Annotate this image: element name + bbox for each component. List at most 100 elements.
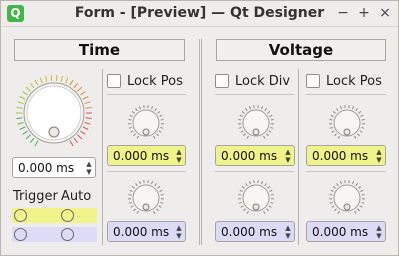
knob-tick <box>153 135 156 139</box>
knob-tick <box>354 210 357 214</box>
spin-up-icon[interactable]: ▲ <box>285 224 290 232</box>
voltage-lock-pos-checkbox[interactable]: Lock Pos <box>306 72 382 90</box>
knob-tick <box>332 186 336 189</box>
voltage-left-knob-2[interactable] <box>237 179 275 217</box>
spin-arrows[interactable]: ▲ ▼ <box>173 146 185 165</box>
spin-down-icon[interactable]: ▼ <box>86 168 91 176</box>
time-spinbox-1[interactable]: 0.000 ms ▲ ▼ <box>107 145 186 166</box>
knob-tick <box>245 108 248 112</box>
knob-tick <box>263 135 266 139</box>
knob-tick <box>238 193 242 196</box>
knob-tick <box>339 181 342 185</box>
knob-tick <box>240 130 244 133</box>
knob-tick <box>360 114 364 117</box>
knob-tick <box>269 114 273 117</box>
time-main-spinbox[interactable]: 0.000 ms ▲ ▼ <box>12 157 96 178</box>
knob-tick <box>77 86 83 92</box>
title-bar[interactable]: Q Form - [Preview] — Qt Designer − + × <box>1 1 398 27</box>
knob-tick <box>29 82 35 89</box>
spin-down-icon[interactable]: ▼ <box>376 232 381 240</box>
voltage-left-spinbox-2[interactable]: 0.000 ms ▲ ▼ <box>215 221 295 242</box>
spin-down-icon[interactable]: ▼ <box>176 232 181 240</box>
knob-tick <box>151 106 154 110</box>
knob-tick <box>77 134 83 140</box>
knob-tick <box>25 86 31 92</box>
knob-tick <box>355 183 358 187</box>
knob-tick <box>270 201 274 204</box>
knob-tick <box>17 121 24 125</box>
knob-tick <box>241 111 245 114</box>
knob-tick <box>80 130 86 135</box>
spin-up-icon[interactable]: ▲ <box>376 148 381 156</box>
spin-arrows[interactable]: ▲ ▼ <box>373 146 385 165</box>
knob-tick <box>154 108 157 112</box>
close-icon[interactable]: × <box>376 4 394 22</box>
voltage-left-knob-1[interactable] <box>237 104 275 142</box>
spin-up-icon[interactable]: ▲ <box>86 160 91 168</box>
voltage-column-separator <box>298 69 299 245</box>
trigger-led-indicator[interactable] <box>14 209 27 222</box>
auto-led-indicator[interactable] <box>61 209 74 222</box>
spin-down-icon[interactable]: ▼ <box>376 156 381 164</box>
spin-up-icon[interactable]: ▲ <box>176 224 181 232</box>
time-knob-2[interactable] <box>127 179 165 217</box>
knob-tick <box>128 118 132 121</box>
voltage-right-spinbox-2[interactable]: 0.000 ms ▲ ▼ <box>306 221 386 242</box>
trigger-led-row-yellow <box>12 208 97 223</box>
time-main-dial[interactable] <box>14 73 94 153</box>
knob-tick <box>128 193 132 196</box>
section-separator-shadow <box>201 39 202 245</box>
knob-tick <box>45 75 48 82</box>
section-separator <box>199 39 200 245</box>
knob-tick <box>84 101 91 105</box>
knob-tick <box>239 114 243 117</box>
knob-tick <box>268 205 272 208</box>
time-knob-1[interactable] <box>127 104 165 142</box>
voltage-right-spinbox-1[interactable]: 0.000 ms ▲ ▼ <box>306 145 386 166</box>
voltage-right-knob-1[interactable] <box>328 104 366 142</box>
time-lockpos-divider <box>107 94 186 95</box>
maximize-icon[interactable]: + <box>355 4 373 22</box>
knob-tick <box>264 108 267 112</box>
trigger-led-row-blue <box>12 227 97 242</box>
checkbox-box[interactable] <box>107 74 121 88</box>
knob-tick <box>156 133 159 137</box>
spin-arrows[interactable]: ▲ ▼ <box>83 158 95 177</box>
spin-down-icon[interactable]: ▼ <box>285 232 290 240</box>
voltage-right-value-1: 0.000 ms <box>312 148 369 163</box>
checkbox-box[interactable] <box>306 74 320 88</box>
knob-tick <box>329 201 333 204</box>
voltage-lockdiv-divider <box>215 94 294 95</box>
knob-tick <box>133 208 136 212</box>
spin-up-icon[interactable]: ▲ <box>176 148 181 156</box>
spin-up-icon[interactable]: ▲ <box>376 224 381 232</box>
voltage-lock-div-checkbox[interactable]: Lock Div <box>215 72 290 90</box>
knob-tick <box>361 201 365 204</box>
knob-tick <box>266 208 269 212</box>
checkbox-box[interactable] <box>215 74 229 88</box>
minimize-icon[interactable]: − <box>334 4 352 22</box>
voltage-right-knob-2[interactable] <box>328 179 366 217</box>
time-lock-pos-checkbox[interactable]: Lock Pos <box>107 72 183 90</box>
knob-tick <box>361 118 365 121</box>
knob-tick <box>158 130 162 133</box>
spin-arrows[interactable]: ▲ ▼ <box>282 222 294 241</box>
knob-tick <box>361 193 365 196</box>
spin-down-icon[interactable]: ▼ <box>176 156 181 164</box>
voltage-left-value-1: 0.000 ms <box>221 148 278 163</box>
knob-tick <box>135 183 138 187</box>
checkbox-label: Lock Pos <box>326 73 382 89</box>
auto-led-indicator-2[interactable] <box>61 228 74 241</box>
spin-arrows[interactable]: ▲ ▼ <box>282 146 294 165</box>
knob-tick <box>241 186 245 189</box>
spin-arrows[interactable]: ▲ ▼ <box>373 222 385 241</box>
knob-tick <box>238 126 242 129</box>
knob-tick <box>357 208 360 212</box>
spin-arrows[interactable]: ▲ ▼ <box>173 222 185 241</box>
spin-down-icon[interactable]: ▼ <box>285 156 290 164</box>
knob-tick <box>354 135 357 139</box>
trigger-led-indicator-2[interactable] <box>14 228 27 241</box>
spin-up-icon[interactable]: ▲ <box>285 148 290 156</box>
time-spinbox-2[interactable]: 0.000 ms ▲ ▼ <box>107 221 186 242</box>
voltage-left-spinbox-1[interactable]: 0.000 ms ▲ ▼ <box>215 145 295 166</box>
